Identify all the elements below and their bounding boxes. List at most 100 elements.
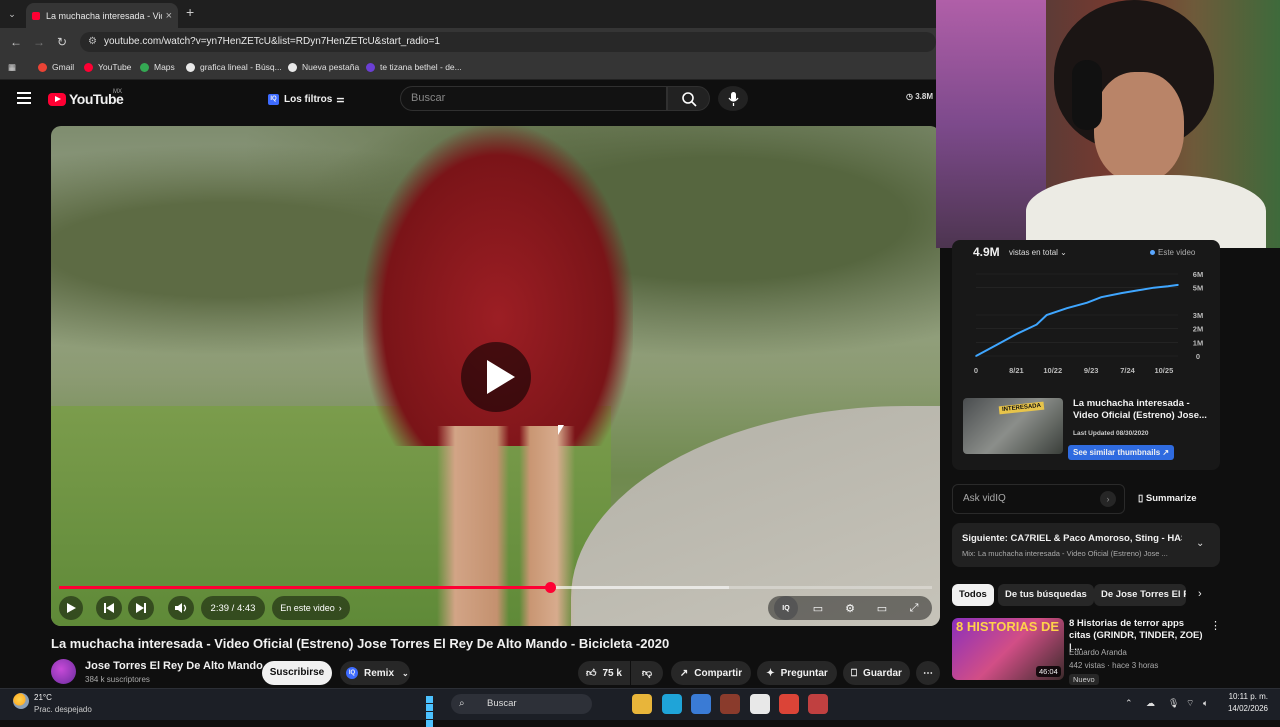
y-tick-label: 5M [1193, 284, 1203, 293]
fullscreen-icon: ⤢ [909, 601, 919, 614]
related-thumbnail[interactable]: INTERESADA [963, 398, 1063, 454]
more-vert-icon[interactable]: ⋮ [1210, 619, 1221, 632]
address-bar[interactable]: ⚙ youtube.com/watch?v=yn7HenZETcU&list=R… [80, 32, 936, 52]
bookmark-item[interactable]: Maps [140, 60, 175, 74]
channel-name[interactable]: Jose Torres El Rey De Alto Mando [85, 660, 263, 672]
weather-condition: Prac. despejado [34, 705, 92, 714]
back-icon[interactable]: ← [10, 35, 22, 49]
views-badge: ◷ 3.8M [906, 92, 933, 101]
chrome-alt-icon[interactable] [808, 694, 828, 714]
channel-avatar[interactable] [51, 659, 76, 684]
ask-button[interactable]: ✦ Preguntar [757, 661, 837, 685]
subtitles-button[interactable]: ▭ [806, 596, 830, 620]
windows-start-icon[interactable] [426, 696, 441, 727]
chip-from-channel[interactable]: De Jose Torres El R [1094, 584, 1186, 606]
more-actions-button[interactable]: ⋯ [916, 661, 940, 685]
bookmark-favicon-icon [186, 62, 195, 72]
theater-mode-button[interactable]: ▭ [870, 596, 894, 620]
chapters-button[interactable]: En este video › [272, 596, 350, 620]
like-button[interactable]: 👍︎ 75 k [578, 661, 630, 685]
next-button[interactable] [128, 596, 154, 620]
bookmark-label: YouTube [98, 62, 132, 72]
new-tab-button[interactable]: + [186, 4, 194, 20]
fullscreen-button[interactable]: ⤢ [902, 596, 926, 620]
chip-from-searches[interactable]: De tus búsquedas [998, 584, 1094, 606]
microphone-icon[interactable]: 🎙︎ [1168, 698, 1179, 709]
related-title[interactable]: La muchacha interesada - Video Oficial (… [1073, 398, 1213, 422]
views-series-point [1136, 289, 1139, 292]
microphone-icon [728, 92, 739, 106]
clock-time[interactable]: 10:11 p. m. [1226, 692, 1268, 701]
settings-button[interactable]: ⚙ [838, 596, 862, 620]
search-button[interactable] [667, 86, 710, 111]
views-series-point [1066, 307, 1068, 309]
recommendation-channel[interactable]: Eduardo Aranda [1069, 648, 1127, 657]
network-icon[interactable]: ☁ [1146, 698, 1155, 709]
capcut-icon[interactable] [750, 694, 770, 714]
forward-icon[interactable]: → [33, 35, 45, 49]
share-button[interactable]: ↗ Compartir [671, 661, 751, 685]
browser-tab-active[interactable]: La muchacha interesada - Vide × [26, 3, 178, 28]
chevron-down-icon: ⌄ [402, 668, 409, 678]
play-button[interactable] [59, 596, 83, 620]
views-series-point [1015, 333, 1018, 335]
previous-button[interactable] [96, 596, 122, 620]
game-icon[interactable] [720, 694, 740, 714]
dislike-button[interactable]: 👎︎ [631, 661, 663, 685]
taskbar-search[interactable]: ⌕ Buscar [451, 694, 592, 714]
bookmark-item[interactable]: YouTube [84, 60, 131, 74]
bookmark-item[interactable]: te tizana bethel - de... [366, 60, 462, 74]
chevron-down-icon[interactable]: ⌄ [1196, 538, 1204, 549]
summarize-button[interactable]: ▯ Summarize [1138, 493, 1197, 504]
bookmark-favicon-icon [366, 62, 375, 72]
views-dropdown[interactable]: vistas en total ⌄ [1009, 248, 1067, 257]
edge-icon[interactable] [662, 694, 682, 714]
vidiq-player-button[interactable]: IQ [774, 596, 798, 620]
webcam-person-shirt [1026, 175, 1266, 248]
similar-thumbnails-button[interactable]: See similar thumbnails ↗ [1068, 445, 1175, 460]
apps-grid-icon[interactable]: ▦ [8, 60, 16, 74]
site-info-icon[interactable]: ⚙ [88, 32, 97, 52]
url-text: youtube.com/watch?v=yn7HenZETcU&list=RDy… [104, 36, 440, 47]
next-up-card[interactable] [952, 523, 1220, 567]
views-series-point [1167, 285, 1169, 288]
ask-send-button[interactable]: › [1100, 491, 1116, 507]
save-button[interactable]: ⎕ Guardar [843, 661, 910, 685]
progress-scrubber[interactable] [544, 582, 556, 593]
wifi-icon[interactable]: ⌔ [1186, 698, 1194, 709]
tab-search-button[interactable]: ⌄ [4, 6, 20, 22]
temperature: 21°C [34, 693, 52, 702]
volume-button[interactable] [168, 596, 194, 620]
bookmark-item[interactable]: grafica lineal - Búsq... [186, 60, 282, 74]
tray-chevron-icon[interactable]: ⌃ [1125, 698, 1133, 709]
subscribe-button[interactable]: Suscribirse [262, 661, 332, 685]
webcam-person-face [1094, 72, 1184, 182]
reload-icon[interactable]: ↻ [57, 35, 67, 49]
next-up-title: Siguiente: CA7RIEL & Paco Amoroso, Sting… [962, 533, 1182, 544]
big-play-button[interactable] [461, 342, 531, 412]
filters-button[interactable]: IQ Los filtros ⚌ [262, 88, 350, 110]
chip-todos[interactable]: Todos [952, 584, 994, 606]
chrome-icon[interactable] [779, 694, 799, 714]
chevron-right-icon[interactable]: › [1198, 588, 1202, 600]
search-input[interactable]: Buscar [400, 86, 667, 111]
file-explorer-icon[interactable] [632, 694, 652, 714]
thumbnail-text: 8 HISTORIAS DE [956, 619, 1060, 634]
tab-close-icon[interactable]: × [166, 10, 172, 22]
clock-date[interactable]: 14/02/2026 [1226, 704, 1268, 713]
video-frame-legs [437, 426, 587, 626]
x-tick-label: 10/22 [1043, 366, 1062, 375]
search-icon: ⌕ [459, 698, 465, 709]
store-icon[interactable] [691, 694, 711, 714]
thumbnail-label: INTERESADA [998, 401, 1045, 415]
weather-icon[interactable] [13, 693, 29, 709]
bookmark-item[interactable]: Gmail [38, 60, 74, 74]
speaker-icon[interactable]: 🔈︎ [1203, 698, 1208, 709]
bookmark-item[interactable]: Nueva pestaña [288, 60, 359, 74]
views-series-point [975, 355, 977, 357]
remix-label: Remix [364, 667, 395, 679]
menu-icon[interactable] [17, 92, 31, 104]
voice-search-button[interactable] [718, 86, 748, 111]
youtube-play-icon [48, 92, 66, 106]
remix-button[interactable]: IQ Remix ⌄ [340, 661, 410, 685]
